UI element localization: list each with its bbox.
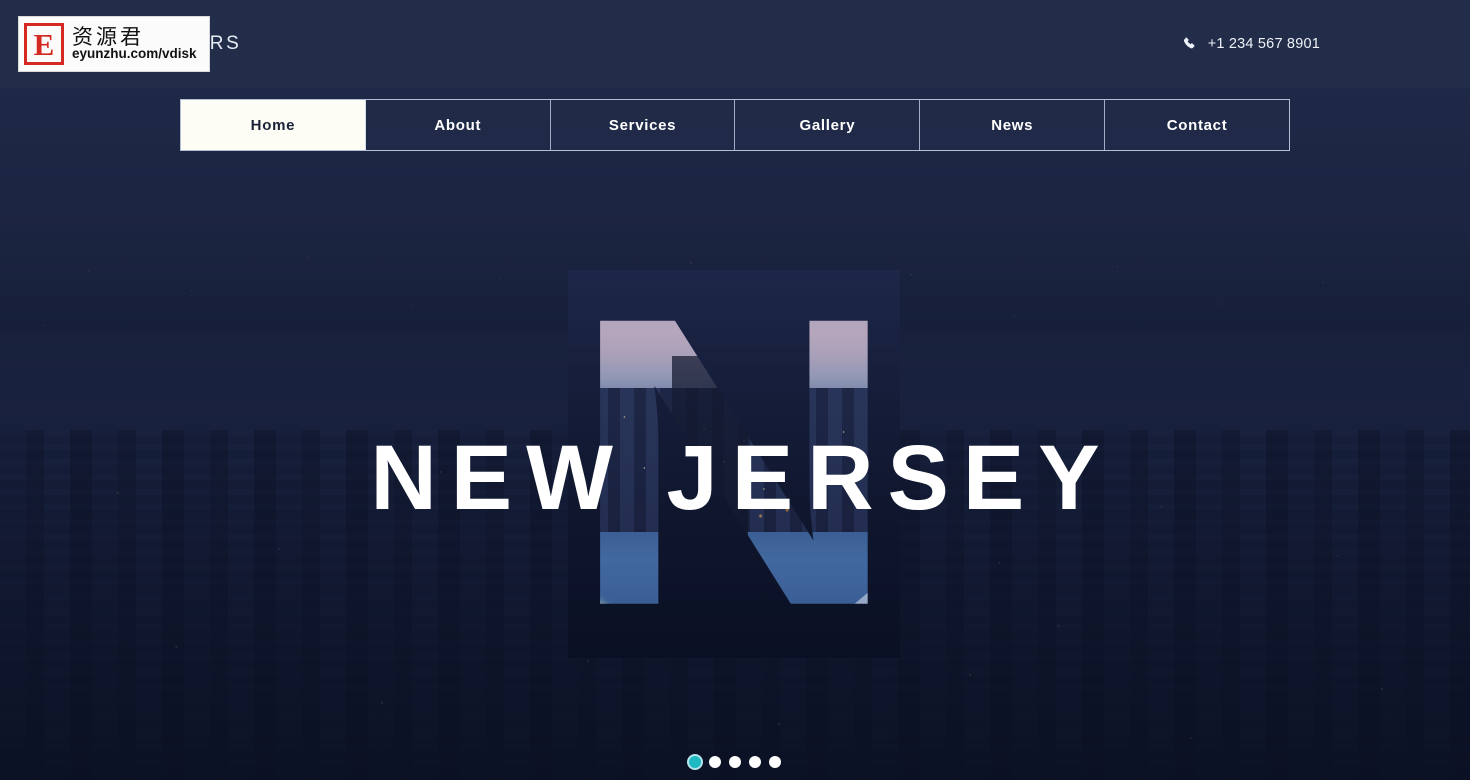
slider-dot-1[interactable] <box>689 756 701 768</box>
page-root: Global TOURS +1 234 567 8901 Home About … <box>0 0 1470 780</box>
phone-icon <box>1183 37 1197 51</box>
nav-item-news[interactable]: News <box>920 100 1106 150</box>
watermark-text-group: 资源君 eyunzhu.com/vdisk <box>72 26 197 62</box>
watermark-overlay: E 资源君 eyunzhu.com/vdisk <box>18 16 210 72</box>
nav-item-services[interactable]: Services <box>550 100 736 150</box>
main-navigation: Home About Services Gallery News Contact <box>180 99 1290 151</box>
slider-dot-4[interactable] <box>749 756 761 768</box>
nav-item-about[interactable]: About <box>365 100 551 150</box>
phone-number-text: +1 234 567 8901 <box>1207 36 1320 52</box>
slider-dot-2[interactable] <box>709 756 721 768</box>
nav-item-home[interactable]: Home <box>181 100 366 150</box>
watermark-chinese-text: 资源君 <box>72 25 144 50</box>
slider-pagination <box>0 756 1470 768</box>
nav-item-contact[interactable]: Contact <box>1105 100 1289 150</box>
watermark-url-text: eyunzhu.com/vdisk <box>72 46 197 62</box>
header-phone[interactable]: +1 234 567 8901 <box>1183 36 1320 52</box>
site-header: Global TOURS +1 234 567 8901 <box>0 0 1470 88</box>
slider-dot-5[interactable] <box>769 756 781 768</box>
nav-item-gallery[interactable]: Gallery <box>735 100 921 150</box>
hero-title: NEW JERSEY <box>370 427 1114 529</box>
slider-dot-3[interactable] <box>729 756 741 768</box>
watermark-logo-icon: E <box>24 23 64 65</box>
